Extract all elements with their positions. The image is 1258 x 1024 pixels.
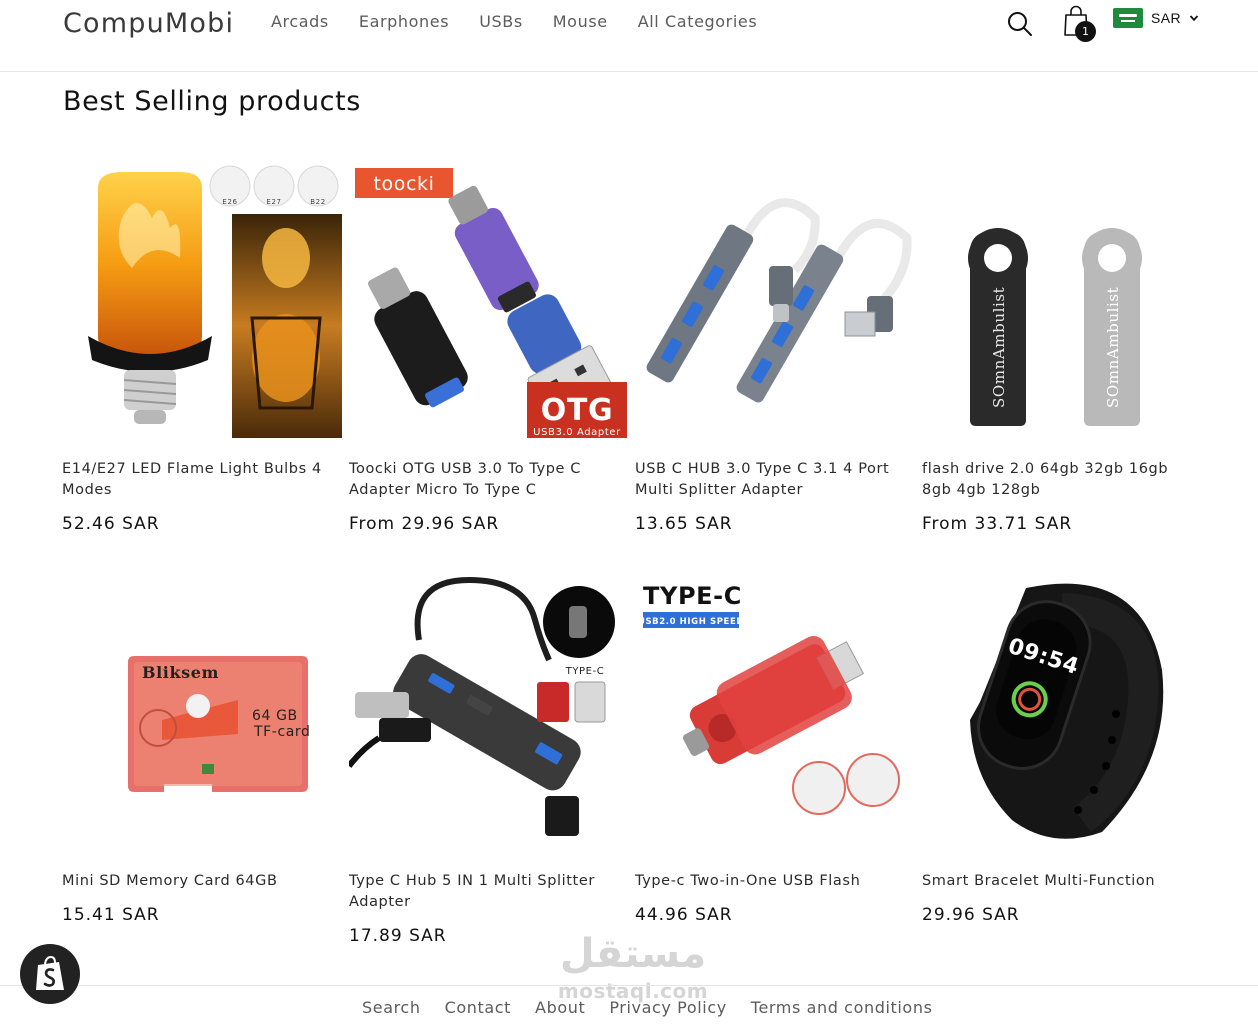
product-card[interactable]: E26 E27 B22 E14/E27 LED Flame Light Bulb… [62,158,342,534]
product-image-usb-c-hub[interactable] [635,158,915,438]
footer-link-contact[interactable]: Contact [445,998,511,1017]
nav-item-earphones[interactable]: Earphones [359,12,449,31]
card-capacity-label: 64 GB [252,708,298,724]
footer-link-terms[interactable]: Terms and conditions [751,998,933,1017]
product-price: 52.46 SAR [62,514,160,534]
type-c-caption: TYPE-C [565,666,605,677]
shopify-chat-button[interactable] [20,944,80,1004]
product-price: 44.96 SAR [635,905,733,925]
type-c-heading: TYPE-C [643,582,742,610]
product-image-smart-bracelet[interactable]: 09:54 [922,570,1202,850]
product-title[interactable]: Toocki OTG USB 3.0 To Type C Adapter Mic… [349,459,629,501]
cart-button[interactable]: 1 [1062,4,1098,42]
otg-label: OTG [541,393,613,428]
card-brand-label: Bliksem [142,663,219,682]
nav-item-all-categories[interactable]: All Categories [638,12,758,31]
brand-logo-toocki: toocki [373,173,434,195]
product-title[interactable]: Mini SD Memory Card 64GB [62,871,342,892]
currency-code: SAR [1151,10,1181,26]
flash-drive-brand-silver: SOmnAmbulist [1104,287,1122,408]
product-title[interactable]: Smart Bracelet Multi-Function [922,871,1202,892]
product-image-otg-adapter[interactable]: toocki OTG USB3.0 Adapter [349,158,629,438]
usb-speed-label: USB2.0 HIGH SPEED [638,617,744,627]
currency-selector[interactable]: SAR [1113,8,1199,28]
product-title[interactable]: USB C HUB 3.0 Type C 3.1 4 Port Multi Sp… [635,459,915,501]
section-title: Best Selling products [63,86,361,117]
product-price: 13.65 SAR [635,514,733,534]
saudi-flag-icon [1113,8,1143,28]
chevron-down-icon [1189,15,1199,22]
site-footer: Search Contact About Privacy Policy Term… [0,985,1258,1024]
product-price: 15.41 SAR [62,905,160,925]
product-price: From 33.71 SAR [922,514,1073,534]
footer-link-privacy-policy[interactable]: Privacy Policy [609,998,726,1017]
footer-links: Search Contact About Privacy Policy Term… [362,998,933,1017]
product-image-memory-card[interactable]: Bliksem 64 GB TF-card [62,570,342,850]
product-card[interactable]: Bliksem 64 GB TF-card Mini SD Memory Car… [62,570,342,925]
socket-label-b22: B22 [310,198,326,206]
product-title[interactable]: Type-c Two-in-One USB Flash [635,871,915,892]
product-card[interactable]: USB C HUB 3.0 Type C 3.1 4 Port Multi Sp… [635,158,915,534]
product-title[interactable]: E14/E27 LED Flame Light Bulbs 4 Modes [62,459,342,501]
cart-count-badge: 1 [1075,21,1096,42]
footer-link-search[interactable]: Search [362,998,421,1017]
product-card[interactable]: SOmnAmbulist SOmnAmbulist flash drive 2.… [922,158,1202,534]
shopify-bag-icon [36,955,64,990]
product-card[interactable]: 09:54 Smart Bracelet Multi-Function 29.9… [922,570,1202,925]
product-image-flash-drive[interactable]: SOmnAmbulist SOmnAmbulist [922,158,1202,438]
product-image-usb-flash[interactable]: TYPE-C USB2.0 HIGH SPEED [635,570,915,850]
flash-drive-brand-black: SOmnAmbulist [990,287,1008,408]
socket-label-e27: E27 [266,198,281,206]
product-price: 29.96 SAR [922,905,1020,925]
nav-item-usbs[interactable]: USBs [479,12,523,31]
watermark-arabic: مستقل [559,931,707,977]
product-card[interactable]: toocki OTG USB3.0 Adapter Toocki OTG USB… [349,158,629,534]
site-logo[interactable]: CompuMobi [63,8,234,39]
card-type-label: TF-card [253,724,311,740]
nav-item-mouse[interactable]: Mouse [553,12,608,31]
search-icon[interactable] [1006,10,1034,38]
product-image-flame-bulb[interactable]: E26 E27 B22 [62,158,342,438]
product-image-type-c-hub[interactable]: TYPE-C [349,570,629,850]
product-title[interactable]: Type C Hub 5 IN 1 Multi Splitter Adapter [349,871,629,913]
product-title[interactable]: flash drive 2.0 64gb 32gb 16gb 8gb 4gb 1… [922,459,1202,501]
footer-link-about[interactable]: About [535,998,585,1017]
product-card[interactable]: TYPE-C Type C Hub 5 IN 1 Multi Splitter … [349,570,629,946]
site-header: CompuMobi Arcads Earphones USBs Mouse Al… [0,0,1258,72]
product-price: From 29.96 SAR [349,514,500,534]
product-card[interactable]: TYPE-C USB2.0 HIGH SPEED Type-c Two-in-O… [635,570,915,925]
socket-label-e26: E26 [222,198,237,206]
otg-sub-label: USB3.0 Adapter [533,427,621,438]
main-nav: Arcads Earphones USBs Mouse All Categori… [271,12,757,31]
nav-item-arcads[interactable]: Arcads [271,12,329,31]
